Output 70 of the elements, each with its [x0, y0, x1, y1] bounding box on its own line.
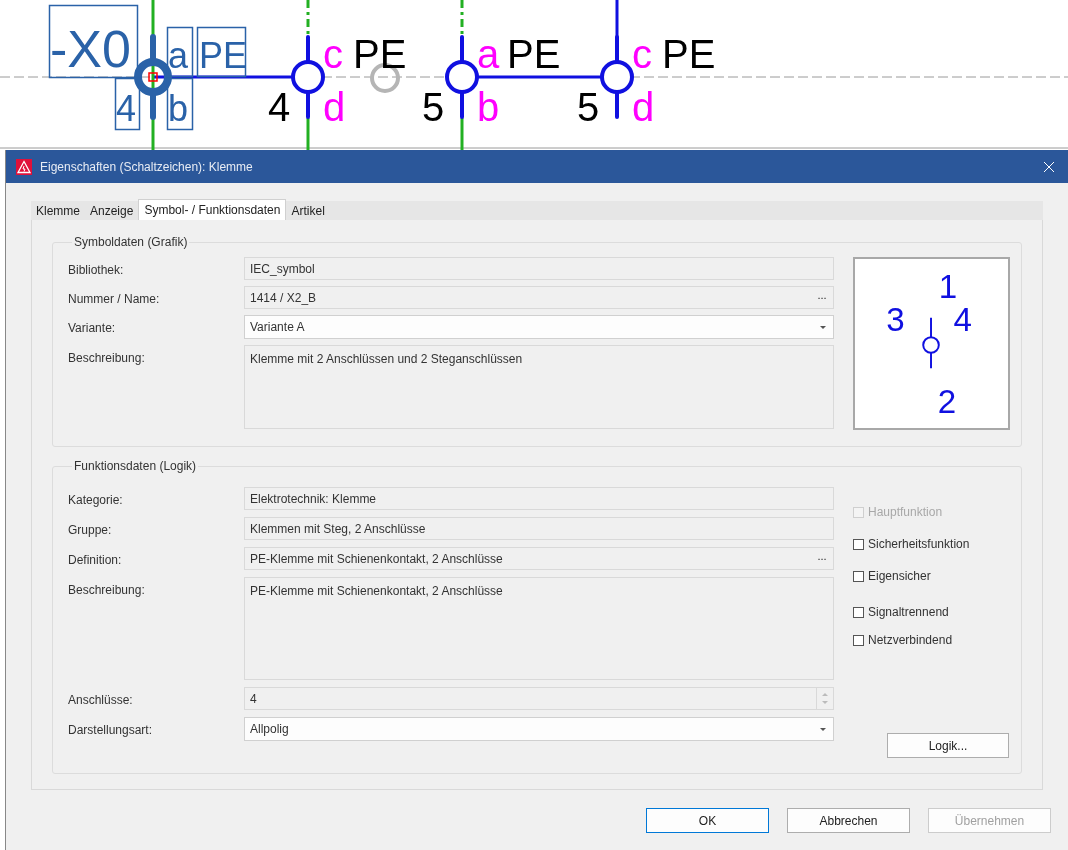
field-label: Anschlüsse:	[68, 692, 134, 709]
input-field[interactable]: Klemme mit 2 Anschlüssen und 2 Steganschlüssen	[244, 345, 834, 429]
field-label: Gruppe:	[68, 522, 113, 539]
terminal-pe-label: PE	[196, 26, 248, 78]
field-value: 4	[249, 690, 258, 708]
terminal-connection-label: a	[166, 26, 194, 78]
terminal-connection-label: d	[323, 85, 346, 129]
input-field[interactable]: 1414 / X2_B ...	[244, 286, 834, 309]
checkbox-option[interactable]: Signaltrennend	[853, 603, 1009, 621]
checkbox-option[interactable]: Eigensicher	[853, 567, 1009, 585]
device-tag: -X0	[48, 4, 139, 79]
terminal-connection-label: c	[323, 32, 343, 76]
field-label: Nummer / Name:	[68, 291, 161, 308]
checkbox[interactable]	[853, 570, 864, 582]
checkbox[interactable]	[853, 606, 864, 618]
symbol-preview-drawing: 1 3 4 2	[853, 257, 1010, 430]
field-label: Darstellungsart:	[68, 722, 154, 739]
tab[interactable]: Artikel	[286, 201, 330, 220]
dropdown-field[interactable]: Allpolig	[244, 717, 834, 741]
checkbox[interactable]	[853, 634, 864, 646]
field-label: Variante:	[68, 320, 117, 337]
field-label: Kategorie:	[68, 492, 124, 509]
field-value: Allpolig	[249, 721, 290, 738]
input-field[interactable]: IEC_symbol	[244, 257, 834, 280]
checkbox-option[interactable]: Sicherheitsfunktion	[853, 535, 1009, 553]
terminal-symbol[interactable]	[600, 35, 634, 119]
terminal-pe-label: PE	[662, 32, 716, 76]
field-value: PE-Klemme mit Schienenkontakt, 2 Anschlüsse	[249, 583, 504, 600]
dropdown-field[interactable]: Variante A	[244, 315, 834, 339]
terminal-connection-label: c	[632, 32, 652, 76]
terminal-symbol[interactable]	[291, 35, 325, 119]
dropdown-caret-icon[interactable]	[820, 727, 826, 731]
warning-triangle-icon	[16, 158, 32, 175]
logic-button[interactable]: Logik...	[887, 733, 1009, 758]
input-field[interactable]: PE-Klemme mit Schienenkontakt, 2 Anschlüsse	[244, 577, 834, 680]
terminal-connection-label: d	[632, 85, 655, 129]
field-value: Klemme mit 2 Anschlüssen und 2 Steganschlüssen	[249, 351, 524, 368]
dropdown-caret-icon[interactable]	[820, 325, 826, 329]
dialog-button[interactable]: OK	[646, 808, 769, 833]
field-label: Beschreibung:	[68, 582, 146, 599]
terminal-number: 4	[268, 85, 291, 129]
field-label: Beschreibung:	[68, 350, 146, 367]
terminal-number: 4	[114, 77, 141, 131]
terminal-connection-label: a	[477, 32, 500, 76]
group-title: Symboldaten (Grafik)	[73, 234, 189, 251]
terminal-number: 5	[422, 85, 445, 129]
field-label: Bibliothek:	[68, 262, 125, 279]
terminal-connection-label: b	[166, 77, 194, 131]
input-field[interactable]: Klemmen mit Steg, 2 Anschlüsse	[244, 517, 834, 540]
terminal-connection-label: b	[477, 85, 500, 129]
group-title: Funktionsdaten (Logik)	[73, 458, 198, 475]
terminal-pe-label: PE	[507, 32, 561, 76]
tab[interactable]: Symbol- / Funktionsdaten	[138, 199, 287, 220]
dialog-button[interactable]: Abbrechen	[787, 808, 910, 833]
tab[interactable]: Anzeige	[85, 201, 139, 220]
input-field[interactable]: Elektrotechnik: Klemme	[244, 487, 834, 510]
tab[interactable]: Klemme	[31, 201, 85, 220]
field-label: Definition:	[68, 552, 123, 569]
checkbox[interactable]	[853, 538, 864, 550]
terminal-symbol[interactable]	[445, 35, 479, 119]
terminal-pe-label: PE	[353, 32, 407, 76]
field-value: Variante A	[249, 319, 306, 336]
field-value: 1414 / X2_B	[249, 289, 318, 307]
field-value: PE-Klemme mit Schienenkontakt, 2 Anschlüsse	[249, 550, 504, 568]
terminal-number: 5	[577, 85, 600, 129]
input-field[interactable]: PE-Klemme mit Schienenkontakt, 2 Anschlüsse ...	[244, 547, 834, 570]
window-title: Eigenschaften (Schaltzeichen): Klemme	[40, 158, 253, 176]
close-icon[interactable]	[1044, 161, 1054, 172]
number-field[interactable]: 4	[244, 687, 834, 710]
checkbox-option[interactable]: Netzverbindend	[853, 631, 1009, 649]
